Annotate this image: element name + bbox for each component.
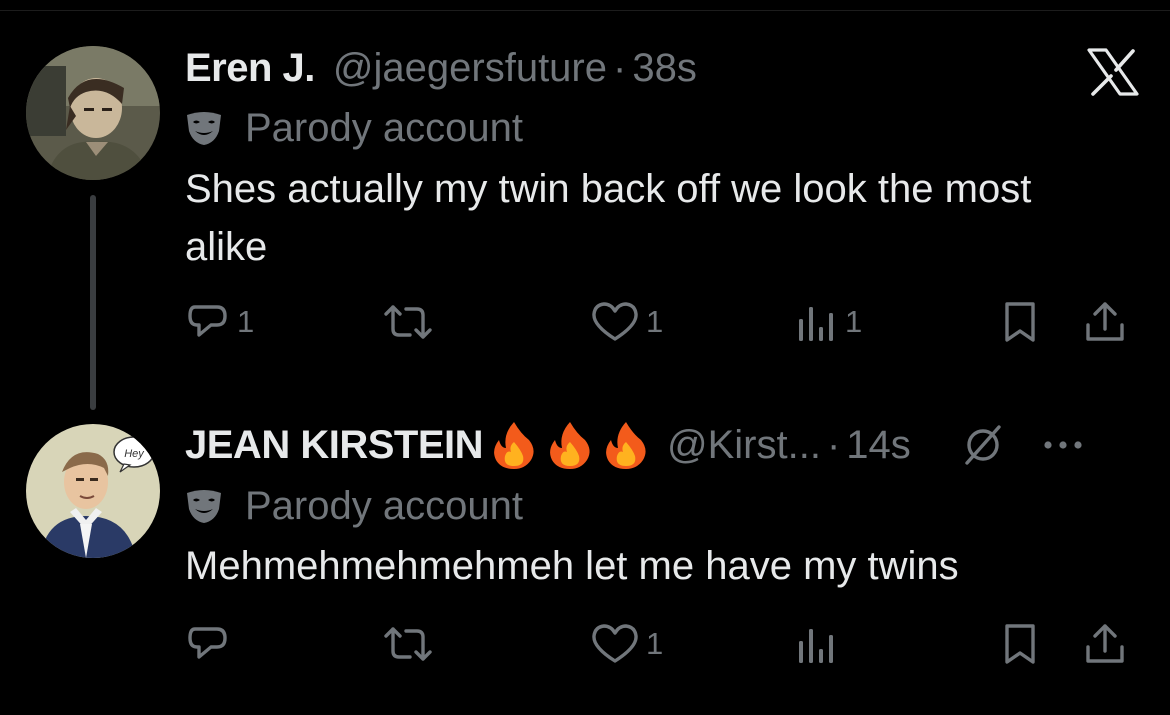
share-button[interactable] bbox=[1082, 297, 1128, 347]
reply-count: 1 bbox=[237, 304, 255, 339]
handle[interactable]: @Kirst... bbox=[667, 423, 821, 468]
fire-icon bbox=[550, 422, 590, 469]
drama-mask-icon bbox=[187, 112, 221, 145]
handle[interactable]: @jaegersfuture bbox=[333, 46, 607, 91]
bookmark-icon bbox=[1005, 302, 1035, 342]
like-count: 1 bbox=[646, 304, 664, 339]
separator-dot: · bbox=[613, 45, 627, 90]
parody-account-label: Parody account bbox=[245, 105, 523, 150]
display-name[interactable]: JEAN KIRSTEIN bbox=[185, 423, 484, 468]
views-button[interactable] bbox=[793, 619, 845, 669]
analytics-icon bbox=[799, 629, 833, 663]
repost-icon bbox=[384, 305, 432, 339]
reply-button[interactable]: 1 bbox=[185, 297, 254, 347]
tweet-text: Shes actually my twin back off we look t… bbox=[185, 167, 1032, 269]
avatar-image bbox=[26, 46, 160, 180]
timestamp[interactable]: 14s bbox=[846, 423, 911, 468]
reply-button[interactable] bbox=[185, 619, 237, 669]
repost-button[interactable] bbox=[382, 619, 440, 669]
parody-account-label: Parody account bbox=[245, 483, 523, 528]
avatar-speech-bubble-text: Hey bbox=[124, 448, 145, 460]
tweet-1[interactable]: Eren J. @jaegersfuture · 38s Parody acco… bbox=[0, 0, 1170, 410]
action-bar: 1 bbox=[185, 619, 1145, 669]
fire-icon bbox=[494, 422, 534, 469]
like-count: 1 bbox=[646, 626, 664, 661]
display-name[interactable]: Eren J. bbox=[185, 46, 315, 91]
repost-icon bbox=[384, 627, 432, 661]
avatar[interactable] bbox=[26, 46, 160, 180]
separator-dot: · bbox=[826, 422, 841, 467]
share-icon bbox=[1086, 624, 1124, 663]
like-button[interactable]: 1 bbox=[590, 619, 663, 669]
tweet-text: Mehmehmehmehmeh let me have my twins bbox=[185, 544, 959, 588]
analytics-icon bbox=[799, 307, 833, 341]
views-button[interactable]: 1 bbox=[793, 297, 862, 347]
heart-icon bbox=[592, 302, 638, 341]
tweet-2[interactable]: Hey JEAN KIRSTEIN @Kirst... · 14s Parody… bbox=[0, 410, 1170, 715]
tweet-header: Eren J. @jaegersfuture · 38s bbox=[185, 43, 697, 93]
view-count: 1 bbox=[845, 304, 863, 339]
thread-connector-line bbox=[90, 195, 96, 410]
heart-icon bbox=[592, 624, 638, 663]
like-button[interactable]: 1 bbox=[590, 297, 663, 347]
action-bar: 1 1 1 bbox=[185, 297, 1145, 347]
drama-mask-icon bbox=[187, 490, 221, 523]
more-options-icon[interactable] bbox=[1043, 439, 1083, 451]
timestamp[interactable]: 38s bbox=[632, 46, 697, 91]
bookmark-button[interactable] bbox=[998, 297, 1042, 347]
reply-icon bbox=[188, 627, 227, 659]
name-emojis bbox=[491, 420, 649, 470]
reply-icon bbox=[188, 305, 227, 337]
parody-badge: Parody account bbox=[185, 481, 523, 531]
bookmark-icon bbox=[1005, 624, 1035, 664]
avatar-image: Hey bbox=[26, 424, 160, 558]
tweet-header: JEAN KIRSTEIN @Kirst... · 14s bbox=[185, 420, 1083, 470]
bookmark-button[interactable] bbox=[998, 619, 1042, 669]
share-button[interactable] bbox=[1082, 619, 1128, 669]
parody-badge: Parody account bbox=[185, 103, 523, 153]
repost-button[interactable] bbox=[382, 297, 440, 347]
share-icon bbox=[1086, 302, 1124, 341]
avatar[interactable]: Hey bbox=[26, 424, 160, 558]
fire-icon bbox=[606, 422, 646, 469]
grok-icon[interactable] bbox=[961, 423, 1005, 467]
